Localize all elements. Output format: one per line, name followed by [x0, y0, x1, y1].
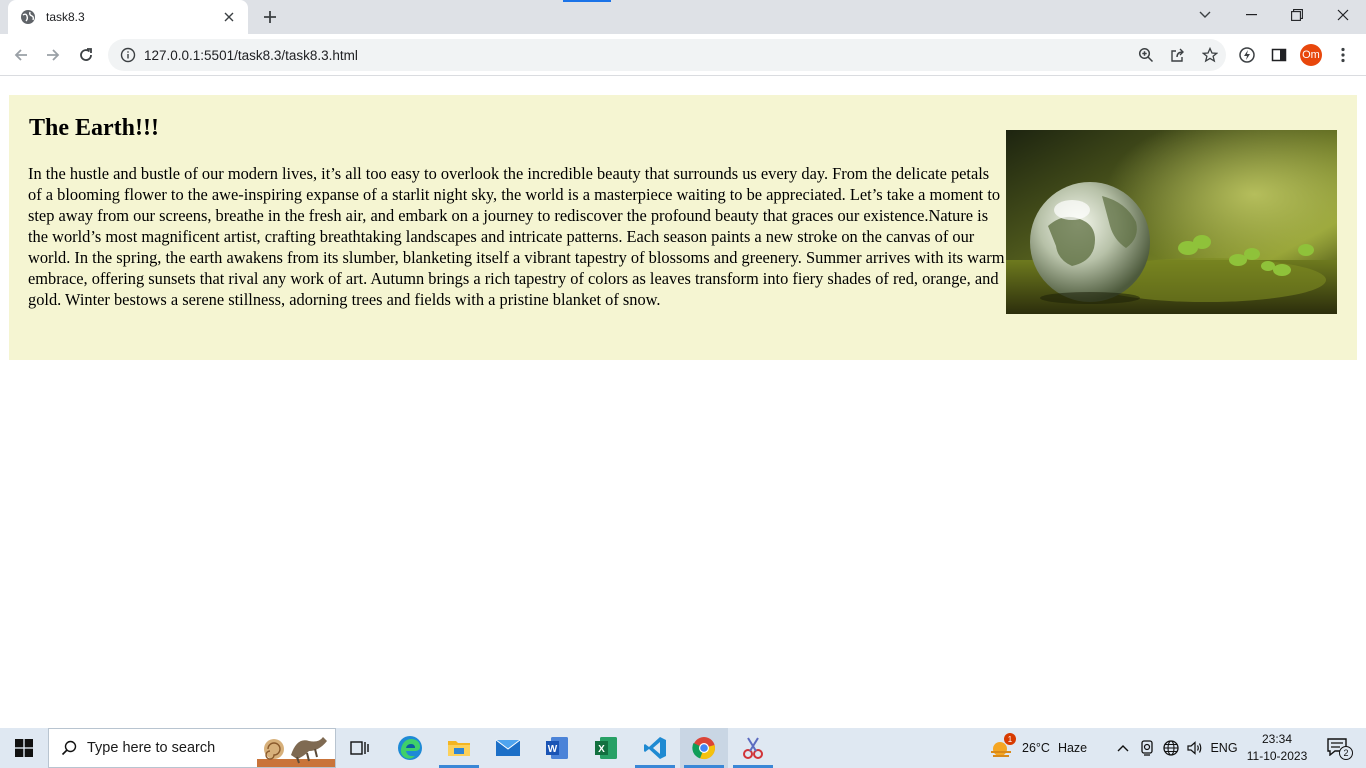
earth-globe-image	[1006, 130, 1337, 314]
article-paragraph: In the hustle and bustle of our modern l…	[28, 164, 1005, 309]
taskbar-file-explorer[interactable]	[435, 728, 483, 768]
clock-time: 23:34	[1261, 732, 1293, 746]
minimize-button[interactable]	[1228, 0, 1274, 30]
bookmark-star-icon[interactable]	[1194, 39, 1226, 71]
profile-avatar[interactable]: Om	[1298, 42, 1324, 68]
site-info-icon[interactable]	[120, 47, 136, 63]
tab-title: task8.3	[46, 10, 85, 24]
notification-chat-icon: 2	[1327, 738, 1353, 760]
taskbar-vscode[interactable]	[631, 728, 679, 768]
network-globe-icon[interactable]	[1160, 728, 1182, 768]
taskbar-excel[interactable]: X	[582, 728, 630, 768]
word-icon: W	[546, 737, 568, 759]
tab-strip-indicator	[563, 0, 611, 2]
weather-alert-badge: 1	[1004, 733, 1016, 745]
extensions-icon[interactable]	[1234, 42, 1260, 68]
address-url[interactable]: 127.0.0.1:5501/task8.3/task8.3.html	[144, 48, 1130, 63]
taskbar-edge[interactable]	[386, 728, 434, 768]
browser-tab[interactable]: task8.3	[8, 0, 248, 34]
tab-search-chevron-icon[interactable]	[1194, 4, 1216, 26]
taskbar-clock[interactable]: 23:34 11-10-2023	[1244, 731, 1310, 765]
meet-now-icon[interactable]	[1136, 728, 1158, 768]
notification-count-badge: 2	[1339, 746, 1353, 760]
search-icon	[61, 740, 77, 756]
mail-icon	[495, 739, 521, 756]
input-language-indicator[interactable]: ENG	[1208, 728, 1240, 768]
profile-initials: Om	[1300, 44, 1322, 66]
svg-text:W: W	[548, 744, 558, 755]
address-bar[interactable]: 127.0.0.1:5501/task8.3/task8.3.html	[108, 39, 1226, 71]
zoom-icon[interactable]	[1130, 39, 1162, 71]
restore-button[interactable]	[1274, 0, 1320, 30]
windows-logo-icon	[15, 739, 33, 757]
taskbar-chrome[interactable]	[680, 728, 728, 768]
share-icon[interactable]	[1162, 39, 1194, 71]
close-window-button[interactable]	[1320, 0, 1366, 30]
excel-icon: X	[595, 737, 617, 759]
notification-center-button[interactable]: 2	[1318, 728, 1358, 768]
page-heading: The Earth!!!	[29, 115, 159, 141]
browser-tab-strip: task8.3	[0, 0, 1366, 34]
weather-haze-icon: 1	[988, 733, 1016, 759]
edge-icon	[398, 736, 422, 760]
task-view-button[interactable]	[336, 728, 384, 768]
reload-button[interactable]	[73, 42, 99, 68]
folder-icon	[448, 741, 470, 756]
weather-widget[interactable]: 1 26°C Haze	[988, 728, 1108, 768]
globe-icon	[20, 9, 36, 25]
windows-taskbar: Type here to search W X 1 26°C Haze ENG …	[0, 728, 1366, 768]
taskbar-mail[interactable]	[484, 728, 532, 768]
earth-article-box: The Earth!!! In the hustle and bustle of…	[9, 95, 1357, 360]
show-hidden-icons-chevron-up-icon[interactable]	[1113, 728, 1133, 768]
back-button[interactable]	[8, 42, 34, 68]
chrome-icon	[692, 737, 715, 760]
weather-temperature: 26°C	[1022, 741, 1050, 755]
taskbar-word[interactable]: W	[533, 728, 581, 768]
vscode-icon	[644, 737, 666, 759]
search-highlight-fossil-icon	[257, 737, 335, 767]
menu-kebab-icon[interactable]	[1330, 42, 1356, 68]
clock-date: 11-10-2023	[1246, 749, 1308, 763]
close-tab-icon[interactable]	[220, 8, 238, 26]
new-tab-button[interactable]	[258, 6, 282, 28]
volume-speaker-icon[interactable]	[1184, 728, 1206, 768]
browser-toolbar: 127.0.0.1:5501/task8.3/task8.3.html Om	[0, 34, 1366, 76]
task-view-icon	[350, 741, 369, 755]
windows-start-button[interactable]	[0, 728, 48, 768]
weather-condition: Haze	[1057, 741, 1088, 755]
taskbar-snipping-tool[interactable]	[729, 728, 777, 768]
forward-button[interactable]	[40, 42, 66, 68]
side-panel-icon[interactable]	[1266, 42, 1292, 68]
taskbar-search-box[interactable]: Type here to search	[48, 728, 336, 768]
snipping-tool-icon	[743, 737, 763, 759]
svg-text:X: X	[598, 744, 605, 755]
